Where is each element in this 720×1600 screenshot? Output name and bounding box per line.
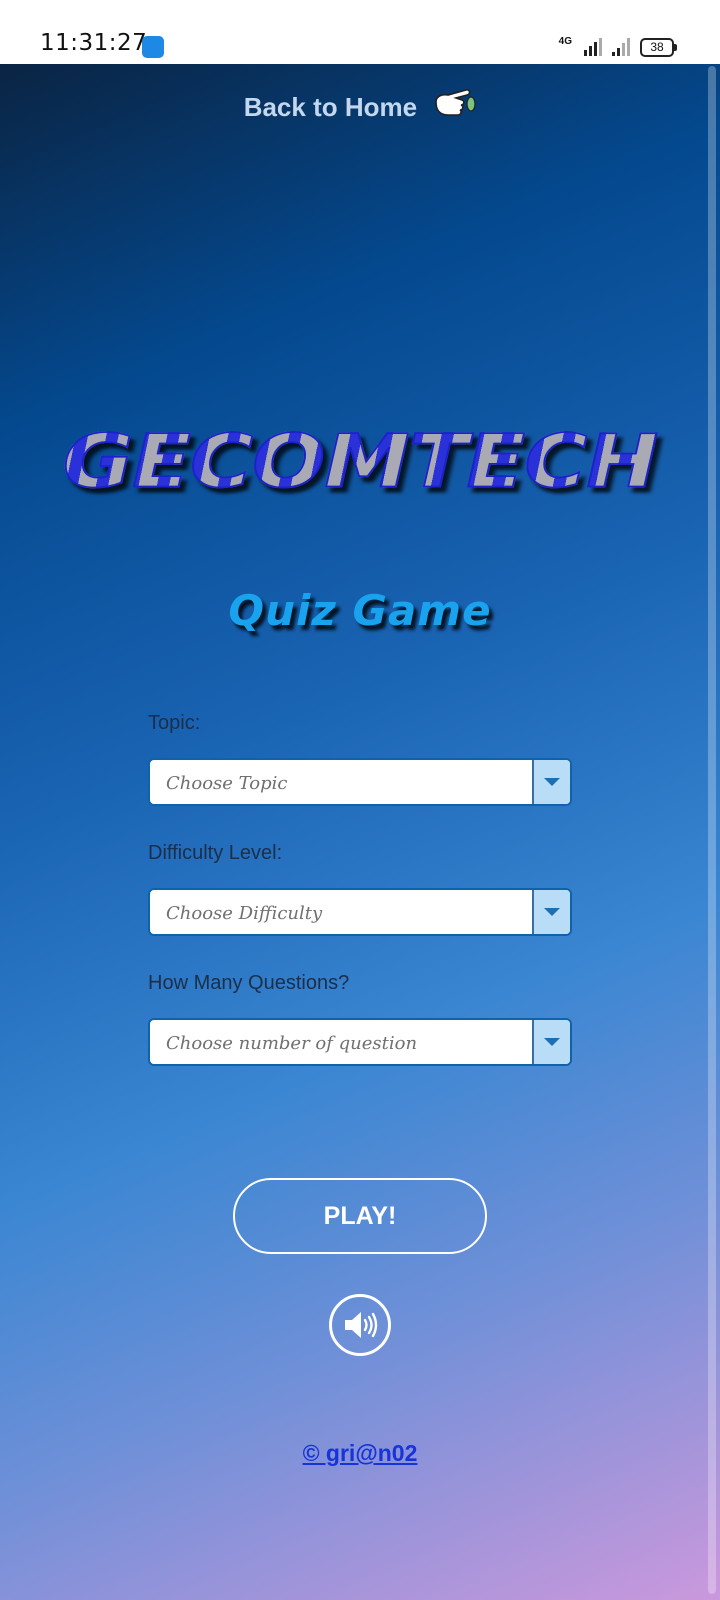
topic-select-value: Choose Topic: [166, 773, 288, 794]
subtitle: Quiz Game: [228, 586, 492, 635]
signal-icon-sim1: [584, 38, 602, 56]
status-time: 11:31:27: [40, 30, 148, 56]
status-bar: 11:31:27 4G 38: [0, 0, 720, 64]
topic-select[interactable]: Choose Topic: [148, 758, 572, 806]
pointing-hand-icon: [432, 84, 476, 127]
questions-select[interactable]: Choose number of question: [148, 1018, 572, 1066]
chevron-down-icon: [544, 778, 560, 786]
difficulty-select-value: Choose Difficulty: [166, 903, 323, 924]
network-type: 4G: [558, 36, 572, 47]
quiz-setup-screen: Back to Home GECOMTECH Quiz Game Topic: …: [0, 64, 720, 1600]
android-icon: [142, 36, 164, 58]
questions-label: How Many Questions?: [148, 972, 350, 994]
logo-title: GECOMTECH: [0, 419, 720, 506]
signal-icon-sim2: [612, 38, 630, 56]
difficulty-label: Difficulty Level:: [148, 842, 283, 864]
questions-select-value: Choose number of question: [166, 1033, 418, 1054]
chevron-down-icon: [544, 908, 560, 916]
topic-label: Topic:: [148, 712, 201, 734]
difficulty-select[interactable]: Choose Difficulty: [148, 888, 572, 936]
speaker-volume-icon: [345, 1312, 378, 1338]
back-to-home-link[interactable]: Back to Home: [0, 84, 720, 127]
topic-dropdown-button[interactable]: [532, 760, 570, 804]
chevron-down-icon: [544, 1038, 560, 1046]
play-button[interactable]: PLAY!: [233, 1178, 487, 1254]
back-to-home-label: Back to Home: [243, 92, 418, 122]
play-button-label: PLAY!: [323, 1201, 397, 1230]
scrollbar[interactable]: [708, 66, 716, 1594]
status-indicators: 4G 38: [558, 36, 677, 58]
battery-icon: 38: [640, 37, 677, 57]
credit-link[interactable]: © gri@n02: [0, 1440, 720, 1467]
questions-dropdown-button[interactable]: [532, 1020, 570, 1064]
sound-toggle-button[interactable]: [329, 1294, 391, 1356]
difficulty-dropdown-button[interactable]: [532, 890, 570, 934]
quiz-options-form: Topic: Choose Topic Difficulty Level: Ch…: [148, 712, 572, 1102]
